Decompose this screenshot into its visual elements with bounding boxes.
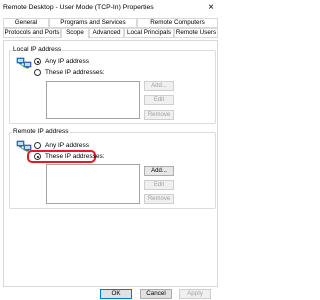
local-edit-button[interactable]: Edit	[144, 95, 174, 105]
apply-button[interactable]: Apply	[179, 289, 211, 299]
tab-local-principals[interactable]: Local Principals	[124, 28, 174, 38]
remote-add-button[interactable]: Add...	[144, 166, 174, 176]
remote-these-ip-option[interactable]: These IP addresses:	[34, 152, 105, 161]
tab-remote-computers[interactable]: Remote Computers	[137, 18, 218, 28]
local-any-ip-label: Any IP address	[45, 58, 89, 65]
remote-any-ip-option[interactable]: Any IP address	[34, 141, 89, 150]
ok-button[interactable]: OK	[100, 289, 132, 299]
local-these-ip-option[interactable]: These IP addresses:	[34, 68, 105, 77]
tab-scope[interactable]: Scope	[61, 28, 89, 39]
remote-remove-button[interactable]: Remove	[144, 194, 174, 204]
local-these-ip-radio[interactable]	[34, 69, 41, 76]
local-any-ip-option[interactable]: Any IP address	[34, 57, 89, 66]
network-computers-icon	[16, 57, 32, 69]
close-icon[interactable]: ×	[203, 1, 219, 14]
remote-ip-group-label: Remote IP address	[12, 128, 70, 135]
local-any-ip-radio[interactable]	[34, 58, 41, 65]
remote-these-ip-label: These IP addresses:	[45, 153, 105, 160]
remote-edit-button[interactable]: Edit	[144, 180, 174, 190]
remote-these-ip-radio[interactable]	[34, 153, 41, 160]
title-bar: Remote Desktop - User Mode (TCP-In) Prop…	[0, 0, 221, 15]
remote-any-ip-label: Any IP address	[45, 142, 89, 149]
tab-remote-users[interactable]: Remote Users	[174, 28, 218, 38]
tab-advanced[interactable]: Advanced	[89, 28, 124, 38]
window-title: Remote Desktop - User Mode (TCP-In) Prop…	[3, 4, 154, 11]
local-add-button[interactable]: Add...	[144, 81, 174, 91]
local-ip-group-label: Local IP address	[12, 46, 63, 53]
remote-ip-list[interactable]	[46, 164, 140, 204]
properties-dialog: Remote Desktop - User Mode (TCP-In) Prop…	[0, 0, 221, 300]
local-remove-button[interactable]: Remove	[144, 110, 174, 120]
remote-any-ip-radio[interactable]	[34, 142, 41, 149]
local-these-ip-label: These IP addresses:	[45, 69, 105, 76]
tab-programs-and-services[interactable]: Programs and Services	[49, 18, 137, 28]
local-ip-list[interactable]	[46, 81, 140, 119]
cancel-button[interactable]: Cancel	[140, 289, 172, 299]
tab-protocols-and-ports[interactable]: Protocols and Ports	[3, 28, 61, 38]
tab-general[interactable]: General	[3, 18, 49, 28]
